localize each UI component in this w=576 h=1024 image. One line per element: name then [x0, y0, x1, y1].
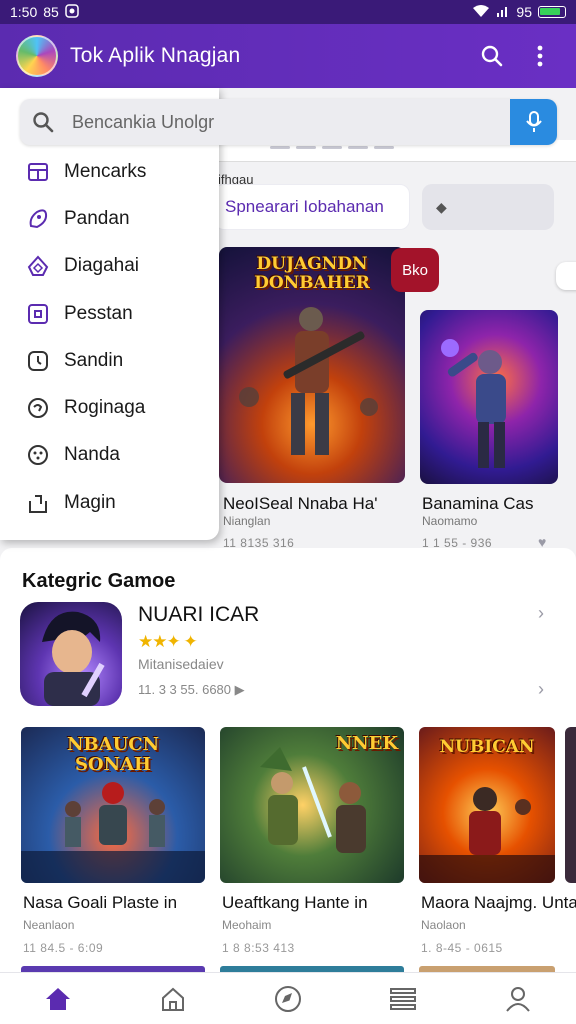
- grid-title-3: Maora Naajmg. Unta: [421, 893, 576, 912]
- drawer-label-2: Pandan: [64, 207, 130, 229]
- filter-chip[interactable]: ◆: [422, 184, 554, 230]
- grid-sub-1: Neanlaon: [23, 918, 75, 932]
- nav-library[interactable]: [373, 977, 433, 1021]
- app-logo: [16, 35, 58, 77]
- hero-illustration: [441, 339, 506, 468]
- peek-chip: [556, 262, 576, 290]
- grid-art-2: NNEK: [220, 727, 404, 883]
- wifi-icon: [472, 4, 490, 21]
- search-icon: [481, 45, 503, 67]
- chevron-right-icon[interactable]: ›: [538, 603, 544, 624]
- drawer-label-3: Diagahai: [64, 255, 139, 277]
- list-app-meta: 11. 3 3 55. 6680 ▶: [138, 682, 245, 697]
- grid-card-peek: [565, 727, 576, 883]
- share-icon: [26, 491, 50, 515]
- grid-art-3: NUBICAN: [419, 727, 555, 883]
- soldier-illustration: [239, 307, 378, 455]
- house-outline-icon: [161, 987, 184, 1011]
- drawer-item-2[interactable]: Pandan: [0, 195, 219, 242]
- list-app-icon[interactable]: [20, 602, 122, 706]
- drawer-item-3[interactable]: Diagahai: [0, 243, 219, 290]
- grid-title-2: Ueaftkang Hante in: [222, 893, 368, 912]
- tag-icon: [26, 207, 50, 231]
- voice-search-button[interactable]: [510, 99, 557, 145]
- nav-explore[interactable]: [258, 977, 318, 1021]
- app-bar: Tok Aplik Nnagjan: [0, 24, 576, 88]
- carousel-indicator: [270, 146, 394, 149]
- nav-home[interactable]: [28, 977, 88, 1021]
- battery-icon: [538, 6, 566, 18]
- featured-game-art-1[interactable]: DUJAGNDN DONBAHER: [219, 247, 405, 483]
- search-input[interactable]: [62, 99, 510, 145]
- drawer-item-7[interactable]: Nanda: [0, 432, 219, 479]
- more-options-button[interactable]: [520, 36, 560, 76]
- status-signal-text: 95: [516, 4, 532, 20]
- status-extra: 85: [43, 4, 59, 20]
- navigation-drawer: Mencarks Pandan Diagahai Pesstan Sandin: [0, 88, 219, 540]
- drawer-label-6: Roginaga: [64, 397, 146, 419]
- grid-meta-1: 11 84.5 - 6:09: [23, 941, 104, 955]
- bottom-nav: [0, 972, 576, 1024]
- grid-title-1: Nasa Goali Plaste in: [23, 893, 178, 912]
- list-app-name[interactable]: NUARI ICAR: [138, 603, 259, 627]
- drawer-item-8[interactable]: Magin: [0, 479, 219, 526]
- status-time: 1:50: [10, 4, 38, 20]
- microphone-icon: [525, 111, 542, 132]
- person-icon: [506, 986, 531, 1012]
- store-icon: [26, 160, 50, 184]
- drawer-label-5: Sandin: [64, 349, 124, 371]
- refresh-icon: [26, 396, 50, 420]
- featured-chip[interactable]: Spnearari Iobahanan: [214, 184, 410, 230]
- drawer-label-8: Magin: [64, 491, 116, 513]
- grid-meta-3: 1. 8-45 - 0615: [421, 941, 503, 955]
- drawer-label-1: Mencarks: [64, 160, 147, 182]
- search-field-icon: [32, 111, 62, 133]
- featured-sub-2: Naomamo: [422, 514, 478, 528]
- drawer-label-4: Pesstan: [64, 302, 133, 324]
- nav-profile[interactable]: [488, 977, 548, 1021]
- featured-game-art-2[interactable]: [420, 310, 558, 484]
- grid-sub-3: Naolaon: [421, 918, 466, 932]
- clock-icon: [26, 349, 50, 373]
- drawer-label-7: Nanda: [64, 444, 120, 466]
- more-vertical-icon: [537, 45, 543, 67]
- list-app-developer: Mitanisedaiev: [138, 656, 224, 672]
- nav-apps[interactable]: [143, 977, 203, 1021]
- drawer-list: Mencarks Pandan Diagahai Pesstan Sandin: [0, 148, 219, 526]
- drawer-item-1[interactable]: Mencarks: [0, 148, 219, 195]
- status-bar: 1:50 85 95: [0, 0, 576, 24]
- signal-icon: [496, 4, 510, 21]
- grid-art-1: NBAUCN SONAH: [21, 727, 205, 883]
- home-icon: [45, 987, 70, 1010]
- compass-icon: [274, 985, 301, 1012]
- app-title: Tok Aplik Nnagjan: [70, 44, 241, 67]
- drawer-item-4[interactable]: Pesstan: [0, 290, 219, 337]
- featured-title-2[interactable]: Banamina Cas: [422, 494, 534, 514]
- drawer-item-6[interactable]: Roginaga: [0, 384, 219, 431]
- grid-card-3[interactable]: NUBICAN Maora Naajmg. Unta Naolaon 1. 8-…: [419, 727, 576, 955]
- search-bar: [20, 99, 557, 145]
- rating-stars-icon: ★★✦ ✦: [138, 632, 198, 651]
- featured-title-1[interactable]: NeoISeal Nnaba Ha': [223, 494, 377, 514]
- grid-card-2[interactable]: NNEK Ueaftkang Hante in Meohaim 1 8 8:53…: [220, 727, 404, 955]
- grid-meta-2: 1 8 8:53 413: [222, 941, 295, 955]
- dots-icon: [26, 443, 50, 467]
- grid-sub-2: Meohaim: [222, 918, 272, 932]
- drawer-item-5[interactable]: Sandin: [0, 337, 219, 384]
- featured-sub-1: Nianglan: [223, 514, 271, 528]
- grid-card-1[interactable]: NBAUCN SONAH Nasa Goali Plaste in Neanla…: [21, 727, 205, 955]
- notification-icon: [65, 3, 79, 21]
- diamond-icon: [26, 254, 50, 278]
- featured-badge: Bko: [391, 248, 439, 292]
- chevron-right-icon-2[interactable]: ›: [538, 679, 544, 700]
- list-icon: [390, 987, 417, 1010]
- search-button[interactable]: [472, 36, 512, 76]
- category-title: Kategric Gamoe: [22, 570, 176, 592]
- square-icon: [26, 302, 50, 326]
- character-portrait: [42, 611, 105, 706]
